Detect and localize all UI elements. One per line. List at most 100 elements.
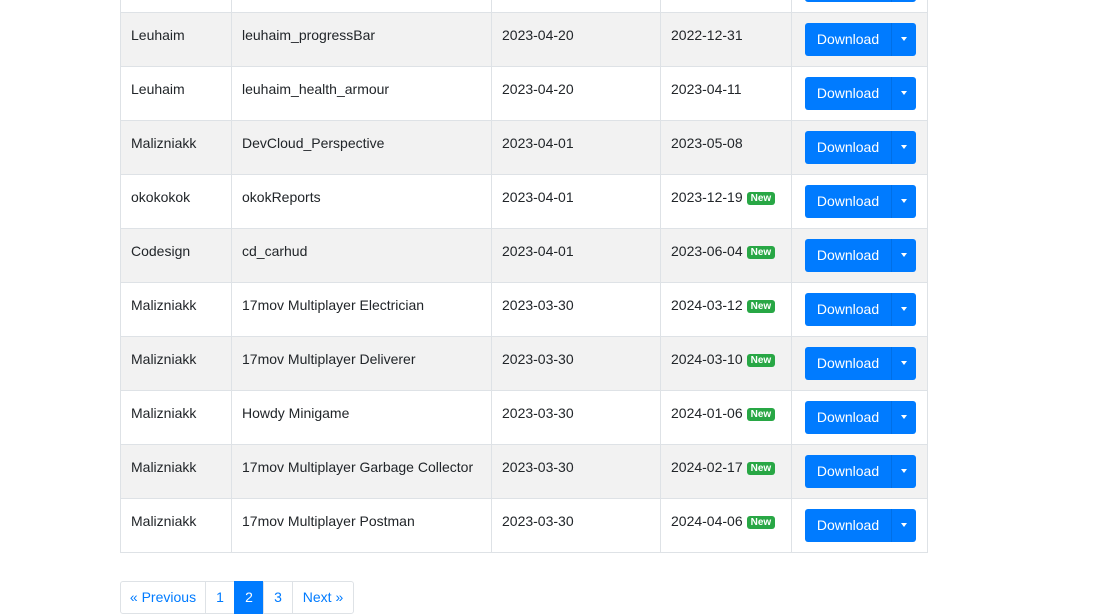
download-dropdown-toggle[interactable] [892,23,916,56]
resource-updated-date: 2023-04-11 [671,81,742,97]
download-dropdown-toggle[interactable] [892,455,916,488]
resource-updated-date: 2023-06-04 [671,243,743,259]
resource-name: 17mov Multiplayer Postman [242,513,415,529]
resource-created-date: 2023-03-30 [502,297,574,313]
download-dropdown-toggle[interactable] [892,131,916,164]
table-row: Codesign cd_carhud 2023-04-01 2023-06-04 New… [120,228,928,283]
download-dropdown-toggle[interactable] [892,0,916,2]
resource-author: Malizniakk [131,513,197,529]
download-cell: Download [791,444,928,499]
download-button[interactable]: Download [805,77,892,110]
download-button[interactable]: Download [805,0,892,2]
download-button[interactable]: Download [805,509,892,542]
resource-name-cell: leuhaim_progressBar [231,12,492,67]
resource-name-cell: leuhaim_health_armour [231,66,492,121]
download-button-group: Download [805,401,916,434]
pagination-page-1[interactable]: 1 [205,581,235,614]
resource-updated-date-cell: 2024-02-17 New [660,444,792,499]
new-badge: New [746,300,776,313]
resource-name: 17mov Multiplayer Deliverer [242,351,416,367]
resources-table: Download Leuhaim leuhaim_progressBar 2023-0… [120,0,928,553]
caret-down-icon [901,253,907,257]
resource-created-date-cell: 2023-03-30 [491,336,661,391]
download-cell: Download [791,498,928,553]
download-cell: Download [791,120,928,175]
resource-author-cell: Malizniakk [120,282,232,337]
download-button[interactable]: Download [805,293,892,326]
resource-author-cell: Malizniakk [120,336,232,391]
resource-author-cell: Malizniakk [120,498,232,553]
download-dropdown-toggle[interactable] [892,401,916,434]
resource-author: Malizniakk [131,405,197,421]
resource-updated-date-cell: 2024-03-12 New [660,282,792,337]
download-dropdown-toggle[interactable] [892,77,916,110]
resource-name-cell: 17mov Multiplayer Electrician [231,282,492,337]
download-cell: Download [791,66,928,121]
caret-down-icon [901,469,907,473]
resource-created-date: 2023-04-20 [502,81,574,97]
download-dropdown-toggle[interactable] [892,239,916,272]
resource-author-cell: okokokok [120,174,232,229]
resources-table-body: Download Leuhaim leuhaim_progressBar 2023-0… [120,0,928,553]
caret-down-icon [901,145,907,149]
resource-author: Malizniakk [131,297,197,313]
resource-author: Leuhaim [131,27,185,43]
pagination-page-3[interactable]: 3 [263,581,293,614]
table-row: Malizniakk DevCloud_Perspective 2023-04-01… [120,120,928,175]
resource-created-date: 2023-03-30 [502,351,574,367]
download-dropdown-toggle[interactable] [892,347,916,380]
download-button[interactable]: Download [805,23,892,56]
download-button[interactable]: Download [805,239,892,272]
download-cell: Download [791,12,928,67]
resource-updated-date-cell: 2024-04-06 New [660,498,792,553]
caret-down-icon [901,199,907,203]
download-dropdown-toggle[interactable] [892,185,916,218]
caret-down-icon [901,37,907,41]
resource-name-cell: Howdy Minigame [231,390,492,445]
download-button[interactable]: Download [805,347,892,380]
download-dropdown-toggle[interactable] [892,293,916,326]
download-button-group: Download [805,0,916,2]
resource-name: cd_carhud [242,243,308,259]
resource-author-cell: Leuhaim [120,66,232,121]
resource-updated-date: 2024-03-12 [671,297,743,313]
table-row: Download [120,0,928,13]
resource-author: Malizniakk [131,135,197,151]
resource-created-date: 2023-03-30 [502,513,574,529]
resource-updated-date: 2024-03-10 [671,351,743,367]
download-button-group: Download [805,293,916,326]
pagination-next-link[interactable]: Next » [292,581,354,614]
resource-created-date-cell: 2023-04-01 [491,174,661,229]
resource-created-date: 2023-04-01 [502,189,574,205]
table-row: Malizniakk 17mov Multiplayer Garbage Coll… [120,444,928,499]
resource-updated-date-cell: 2023-12-19 New [660,174,792,229]
caret-down-icon [901,523,907,527]
download-button[interactable]: Download [805,185,892,218]
resource-created-date: 2023-03-30 [502,459,574,475]
table-row: Leuhaim leuhaim_progressBar 2023-04-20 2022… [120,12,928,67]
new-badge: New [746,192,776,205]
resource-created-date-cell [491,0,661,13]
resource-name-cell: 17mov Multiplayer Deliverer [231,336,492,391]
new-badge: New [746,516,776,529]
resource-updated-date-cell: 2024-01-06 New [660,390,792,445]
resource-name: Howdy Minigame [242,405,350,421]
download-button[interactable]: Download [805,401,892,434]
table-row: Malizniakk Howdy Minigame 2023-03-30 2024-0… [120,390,928,445]
pagination-previous-link[interactable]: « Previous [120,581,206,614]
resource-created-date-cell: 2023-03-30 [491,444,661,499]
resource-created-date-cell: 2023-04-01 [491,120,661,175]
table-row: okokokok okokReports 2023-04-01 2023-12-19 N… [120,174,928,229]
download-button[interactable]: Download [805,131,892,164]
caret-down-icon [901,361,907,365]
pagination-pages: 123 [205,581,293,614]
pagination-page-2[interactable]: 2 [234,581,264,614]
download-button-group: Download [805,77,916,110]
download-button[interactable]: Download [805,455,892,488]
resource-created-date-cell: 2023-04-20 [491,12,661,67]
download-cell: Download [791,228,928,283]
resource-name: okokReports [242,189,321,205]
download-dropdown-toggle[interactable] [892,509,916,542]
resource-author: okokokok [131,189,191,205]
resource-created-date-cell: 2023-03-30 [491,390,661,445]
